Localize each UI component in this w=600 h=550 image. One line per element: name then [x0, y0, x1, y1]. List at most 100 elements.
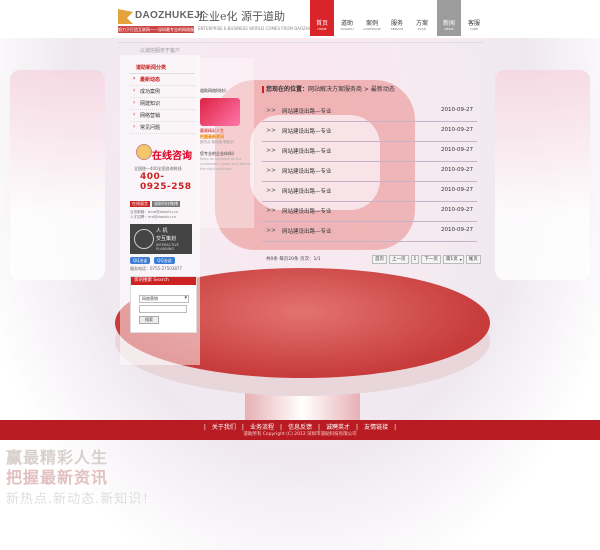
double-chevron-icon: >>: [266, 167, 277, 174]
news-list: >> 网站建设出路—专业 2010-09-27 >> 网站建设出路—专业 2010-09…: [262, 102, 477, 242]
decor-slogan-2: 把握最新资讯: [6, 468, 109, 487]
nav-cases[interactable]: 案例 CASESHOW: [360, 0, 384, 36]
service-tel: 服务电话：0755-27503877: [130, 266, 182, 271]
decor-slogan-3: 新热点.新动态.新知识！: [6, 492, 157, 507]
waveform-icon: [134, 229, 154, 249]
pager-info: 共0条 每页20条 页次：1/1: [266, 257, 321, 262]
promo-small: 新热点·新动态·新知识: [200, 140, 234, 144]
sidebar-item-knowledge[interactable]: 网建知识: [130, 98, 195, 110]
search-input[interactable]: [139, 305, 187, 313]
nav-news[interactable]: 新闻 NEWS: [437, 0, 461, 36]
nav-home[interactable]: 首页 HOME: [310, 0, 334, 36]
breadcrumb-path[interactable]: 网站解决方案服务商 > 最新动态: [308, 86, 395, 93]
promo-title: 道助网络科技》: [200, 88, 228, 93]
double-chevron-icon: >>: [266, 207, 277, 214]
nav-daozhu[interactable]: 道助 DAOZHU: [335, 0, 359, 36]
double-chevron-icon: >>: [266, 227, 277, 234]
main-nav: 首页 HOME 道助 DAOZHU 案例 CASESHOW 服务 SERVICE 方案 P…: [310, 0, 487, 38]
news-date: 2010-09-27: [441, 227, 473, 233]
message-buttons: 在线留言 道助科技微博: [130, 201, 195, 207]
footer-link-about[interactable]: 关于我们: [212, 424, 236, 431]
qq-chat-button-1[interactable]: QQ洽谈: [130, 257, 151, 264]
copyright: 道助所有 Copyright (C) 2012 深圳市道助科技有限公司: [243, 432, 357, 437]
category-select[interactable]: 网络营销: [139, 295, 189, 303]
list-item[interactable]: >> 网站建设出路—专业 2010-09-27: [262, 222, 477, 242]
news-title[interactable]: 网站建设出路—专业: [282, 127, 332, 135]
online-consult-button[interactable]: 在线咨询: [130, 144, 195, 162]
hotline-number: 400-0925-258: [140, 172, 192, 192]
hr-email: 人才招聘：hrd@daozhu.cn: [130, 215, 177, 219]
bg-panel-left: [10, 70, 105, 280]
kangaroo-logo-icon: [118, 9, 133, 24]
footer-link-feedback[interactable]: 信息反馈: [288, 424, 312, 431]
news-title[interactable]: 网站建设出路—专业: [282, 227, 332, 235]
list-item[interactable]: >> 网站建设出路—专业 2010-09-27: [262, 122, 477, 142]
qq-chat-button-2[interactable]: QQ洽谈: [154, 257, 175, 264]
search-button[interactable]: 搜索: [139, 316, 159, 324]
list-item[interactable]: >> 网站建设出路—专业 2010-09-27: [262, 102, 477, 122]
logo[interactable]: DAOZHUKEJI 努力于打造互联网——深圳最专业的网络服务平台: [118, 9, 203, 35]
footer: | 关于我们 | 业务流程 | 信息反馈 | 诚聘英才 | 友情链接 | 道助所有 Copyrigh…: [0, 420, 600, 440]
breadcrumb-label: 您现在的位置：: [266, 86, 309, 93]
footer-link-process[interactable]: 业务流程: [250, 424, 274, 431]
sidebar-title: 道助新闻分类: [130, 62, 195, 74]
news-date: 2010-09-27: [441, 127, 473, 133]
nav-plan[interactable]: 方案 PLAN: [410, 0, 434, 36]
pagination: 首页 上一页 1 下一页 第1页 尾页: [372, 255, 481, 264]
weibo-button[interactable]: 道助科技微博: [152, 201, 180, 207]
next-page-button[interactable]: 下一页: [421, 255, 441, 264]
contact-emails: 业务邮箱：bmd@daozhu.cn 人才招聘：hrd@daozhu.cn: [130, 210, 195, 220]
news-date: 2010-09-27: [441, 187, 473, 193]
double-chevron-icon: >>: [266, 147, 277, 154]
brand-tagline: 努力于打造互联网——深圳最专业的网络服务平台: [118, 26, 194, 33]
list-item[interactable]: >> 网站建设出路—专业 2010-09-27: [262, 202, 477, 222]
search-title: 资讯搜索 Search: [131, 277, 196, 285]
promo-description: Keep us updated on our customers' needs …: [200, 157, 252, 171]
news-search-box: 资讯搜索 Search 网络营销 搜索: [130, 276, 197, 333]
page-number-input[interactable]: 1: [410, 255, 420, 264]
sidebar-item-latest[interactable]: 最新动态: [130, 74, 195, 86]
sidebar-item-marketing[interactable]: 网络营销: [130, 110, 195, 122]
smiley-icon: [136, 144, 152, 160]
promo-column: 道助网络科技》 赢最精彩人生 把握最新资讯 新热点·新动态·新知识 您专业的企业…: [200, 88, 255, 172]
news-title[interactable]: 网站建设出路—专业: [282, 147, 332, 155]
news-date: 2010-09-27: [441, 107, 473, 113]
news-date: 2010-09-27: [441, 167, 473, 173]
header-slogan: 企业e化 源于道助: [198, 10, 286, 23]
footer-links: | 关于我们 | 业务流程 | 信息反馈 | 诚聘英才 | 友情链接 |: [203, 424, 397, 431]
list-item[interactable]: >> 网站建设出路—专业 2010-09-27: [262, 162, 477, 182]
footer-link-friends[interactable]: 友情链接: [364, 424, 388, 431]
bg-panel-right: [495, 70, 590, 280]
news-date: 2010-09-27: [441, 147, 473, 153]
double-chevron-icon: >>: [266, 187, 277, 194]
brand-name: DAOZHUKEJI: [135, 10, 204, 21]
double-chevron-icon: >>: [266, 107, 277, 114]
prev-page-button[interactable]: 上一页: [389, 255, 409, 264]
breadcrumb: 您现在的位置：网站解决方案服务商 > 最新动态: [262, 84, 395, 93]
double-chevron-icon: >>: [266, 127, 277, 134]
qq-buttons: QQ洽谈 QQ洽谈: [130, 257, 195, 264]
first-page-button[interactable]: 首页: [372, 255, 387, 264]
page-select[interactable]: 第1页: [442, 255, 464, 264]
news-title[interactable]: 网站建设出路—专业: [282, 207, 332, 215]
sidebar-item-cases[interactable]: 成功案例: [130, 86, 195, 98]
nav-service[interactable]: 服务 SERVICE: [385, 0, 409, 36]
last-page-button[interactable]: 尾页: [465, 255, 481, 264]
sidebar-item-faq[interactable]: 常见问题: [130, 122, 195, 134]
interactive-planning-banner[interactable]: 人 机 交互策划 INTERACTIVE PLANNING: [130, 224, 192, 254]
leave-message-button[interactable]: 在线留言: [130, 201, 150, 207]
header-divider: [118, 42, 483, 43]
news-title[interactable]: 网站建设出路—专业: [282, 167, 332, 175]
header-slogan-en: ENTERPRISE E-BUSINESS WORLD COMES FROM D…: [198, 26, 312, 31]
sidebar: 道助新闻分类 最新动态 成功案例 网建知识 网络营销 常见问题 在线咨询 全国统…: [130, 62, 197, 333]
top-path: 以诚信服务于客户: [140, 48, 181, 54]
header: DAOZHUKEJI 努力于打造互联网——深圳最专业的网络服务平台 企业e化 源…: [0, 0, 600, 38]
footer-link-jobs[interactable]: 诚聘英才: [326, 424, 350, 431]
list-item[interactable]: >> 网站建设出路—专业 2010-09-27: [262, 182, 477, 202]
promo-image: [200, 98, 240, 126]
news-title[interactable]: 网站建设出路—专业: [282, 107, 332, 115]
news-date: 2010-09-27: [441, 207, 473, 213]
news-title[interactable]: 网站建设出路—专业: [282, 187, 332, 195]
nav-care[interactable]: 客服 CARE: [462, 0, 486, 36]
list-item[interactable]: >> 网站建设出路—专业 2010-09-27: [262, 142, 477, 162]
